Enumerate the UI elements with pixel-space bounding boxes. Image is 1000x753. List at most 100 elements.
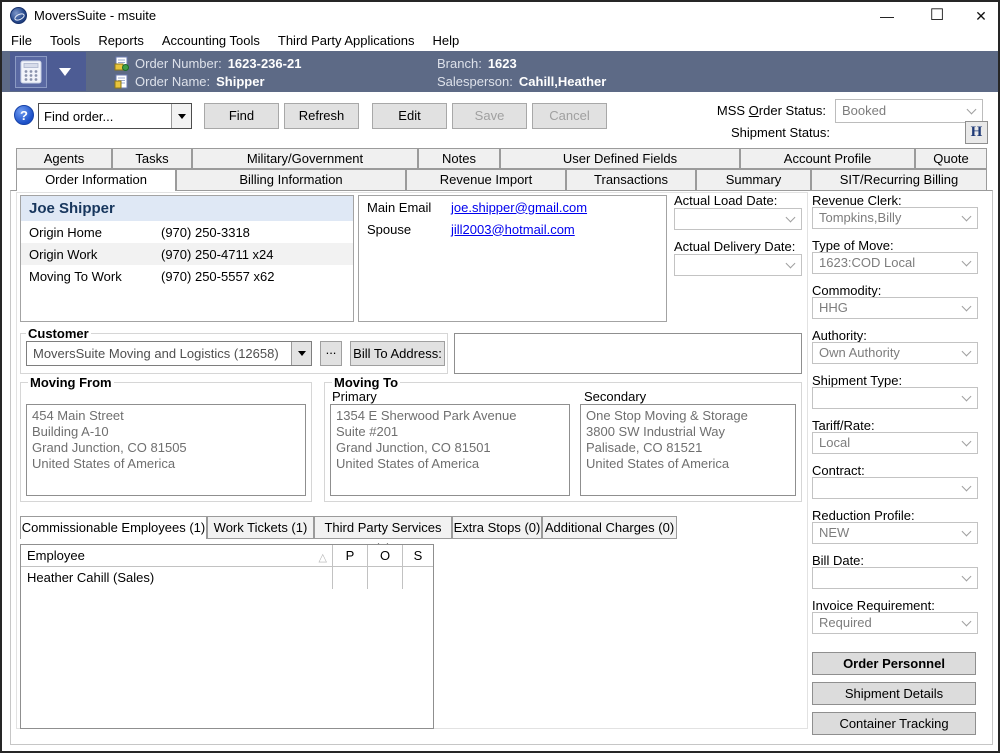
tab-revenue-import[interactable]: Revenue Import	[406, 169, 566, 191]
moving-to-primary-address[interactable]: 1354 E Sherwood Park Avenue Suite #201 G…	[330, 404, 570, 496]
chevron-down-icon	[962, 257, 972, 267]
container-tracking-button[interactable]: Container Tracking	[812, 712, 976, 735]
type-of-move-value: 1623:COD Local	[819, 255, 915, 270]
calculator-icon[interactable]	[15, 56, 47, 88]
calculator-panel	[10, 52, 86, 91]
history-button[interactable]: H	[965, 121, 988, 144]
customer-combobox[interactable]: MoversSuite Moving and Logistics (12658)	[26, 341, 312, 366]
revenue-clerk-select[interactable]: Tompkins,Billy	[812, 207, 978, 229]
column-header-o[interactable]: O	[367, 545, 402, 566]
customer-more-button[interactable]: ...	[320, 341, 342, 366]
email-label: Spouse	[359, 222, 451, 237]
table-row[interactable]: Heather Cahill (Sales)	[21, 567, 433, 589]
column-header-p[interactable]: P	[332, 545, 367, 566]
help-icon[interactable]: ?	[14, 105, 34, 125]
order-personnel-button[interactable]: Order Personnel	[812, 652, 976, 675]
minimize-button[interactable]: —	[870, 4, 904, 28]
tab-tasks[interactable]: Tasks	[112, 148, 192, 169]
table-header-row: Employee △ P O S	[21, 545, 433, 567]
tab-quote[interactable]: Quote	[915, 148, 987, 169]
employee-o-cell[interactable]	[367, 567, 402, 589]
contract-select[interactable]	[812, 477, 978, 499]
tab-third-party-services[interactable]: Third Party Services (0)	[314, 516, 452, 539]
revenue-clerk-value: Tompkins,Billy	[819, 210, 901, 225]
column-header-s[interactable]: S	[402, 545, 433, 566]
address-line: Building A-10	[32, 424, 305, 440]
invoice-requirement-select[interactable]: Required	[812, 612, 978, 634]
mss-order-status-value: Booked	[842, 103, 886, 118]
refresh-button[interactable]: Refresh	[284, 103, 359, 129]
email-row: Spouse jill2003@hotmail.com	[359, 218, 666, 240]
address-line: United States of America	[586, 456, 795, 472]
tab-commissionable-employees[interactable]: Commissionable Employees (1)	[20, 516, 207, 539]
moving-from-address[interactable]: 454 Main Street Building A-10 Grand Junc…	[26, 404, 306, 496]
tab-notes[interactable]: Notes	[418, 148, 500, 169]
title-bar[interactable]: MoversSuite - msuite — ☐ ✕	[2, 2, 998, 30]
authority-value: Own Authority	[819, 345, 900, 360]
menu-reports[interactable]: Reports	[89, 33, 153, 48]
save-button[interactable]: Save	[452, 103, 527, 129]
actual-delivery-date-label: Actual Delivery Date:	[674, 239, 795, 254]
find-button[interactable]: Find	[204, 103, 279, 129]
salesperson-value: Cahill,Heather	[519, 74, 606, 89]
email-link[interactable]: jill2003@hotmail.com	[451, 222, 575, 237]
shipment-type-label: Shipment Type:	[812, 373, 902, 388]
tab-user-defined-fields[interactable]: User Defined Fields	[500, 148, 740, 169]
chevron-down-icon	[962, 437, 972, 447]
mss-order-status-select[interactable]: Booked	[835, 99, 983, 123]
shipment-details-button[interactable]: Shipment Details	[812, 682, 976, 705]
tariff-rate-select[interactable]: Local	[812, 432, 978, 454]
menu-help[interactable]: Help	[423, 33, 468, 48]
chevron-down-icon	[962, 572, 972, 582]
shipment-type-select[interactable]	[812, 387, 978, 409]
phone-row[interactable]: Origin Work (970) 250-4711 x24	[21, 243, 353, 265]
chevron-down-icon	[962, 302, 972, 312]
type-of-move-select[interactable]: 1623:COD Local	[812, 252, 978, 274]
employee-p-cell[interactable]	[332, 567, 367, 589]
actual-load-date-select[interactable]	[674, 208, 802, 230]
cancel-button[interactable]: Cancel	[532, 103, 607, 129]
tab-additional-charges[interactable]: Additional Charges (0)	[542, 516, 677, 539]
commodity-select[interactable]: HHG	[812, 297, 978, 319]
tab-extra-stops[interactable]: Extra Stops (0)	[452, 516, 542, 539]
tab-order-information[interactable]: Order Information	[16, 169, 176, 191]
tab-billing-information[interactable]: Billing Information	[176, 169, 406, 191]
tab-military-government[interactable]: Military/Government	[192, 148, 418, 169]
tab-account-profile[interactable]: Account Profile	[740, 148, 915, 169]
find-order-dropdown-button[interactable]	[171, 104, 191, 128]
find-order-input[interactable]	[39, 104, 171, 128]
tab-agents[interactable]: Agents	[16, 148, 112, 169]
actual-delivery-date-select[interactable]	[674, 254, 802, 276]
email-link[interactable]: joe.shipper@gmail.com	[451, 200, 587, 215]
phone-row[interactable]: Moving To Work (970) 250-5557 x62	[21, 265, 353, 287]
phone-row[interactable]: Origin Home (970) 250-3318	[21, 221, 353, 243]
authority-select[interactable]: Own Authority	[812, 342, 978, 364]
tariff-rate-label: Tariff/Rate:	[812, 418, 875, 433]
customer-dropdown-button[interactable]	[291, 342, 311, 365]
menu-file[interactable]: File	[2, 33, 41, 48]
menu-accounting-tools[interactable]: Accounting Tools	[153, 33, 269, 48]
column-header-employee[interactable]: Employee △	[21, 545, 332, 566]
tab-sit-recurring-billing[interactable]: SIT/Recurring Billing	[811, 169, 987, 191]
bill-date-select[interactable]	[812, 567, 978, 589]
close-button[interactable]: ✕	[964, 4, 998, 28]
commissionable-employees-table: Employee △ P O S Heather Cahill (Sales)	[20, 544, 434, 729]
sort-ascending-icon[interactable]: △	[319, 548, 327, 569]
bill-to-address-box[interactable]	[454, 333, 802, 374]
tab-transactions[interactable]: Transactions	[566, 169, 696, 191]
tab-summary[interactable]: Summary	[696, 169, 811, 191]
authority-label: Authority:	[812, 328, 867, 343]
menu-tools[interactable]: Tools	[41, 33, 89, 48]
menu-third-party-applications[interactable]: Third Party Applications	[269, 33, 424, 48]
reduction-profile-select[interactable]: NEW	[812, 522, 978, 544]
employee-s-cell[interactable]	[402, 567, 433, 589]
find-order-combobox[interactable]	[38, 103, 192, 129]
chevron-down-icon	[786, 259, 796, 269]
calculator-dropdown-icon[interactable]	[59, 68, 71, 76]
moving-to-secondary-address[interactable]: One Stop Moving & Storage 3800 SW Indust…	[580, 404, 796, 496]
bill-to-address-button[interactable]: Bill To Address:	[350, 341, 445, 366]
maximize-button[interactable]: ☐	[920, 4, 954, 28]
order-header: Order Number: 1623-236-21 Order Name: Sh…	[2, 51, 998, 92]
tab-work-tickets[interactable]: Work Tickets (1)	[207, 516, 314, 539]
edit-button[interactable]: Edit	[372, 103, 447, 129]
